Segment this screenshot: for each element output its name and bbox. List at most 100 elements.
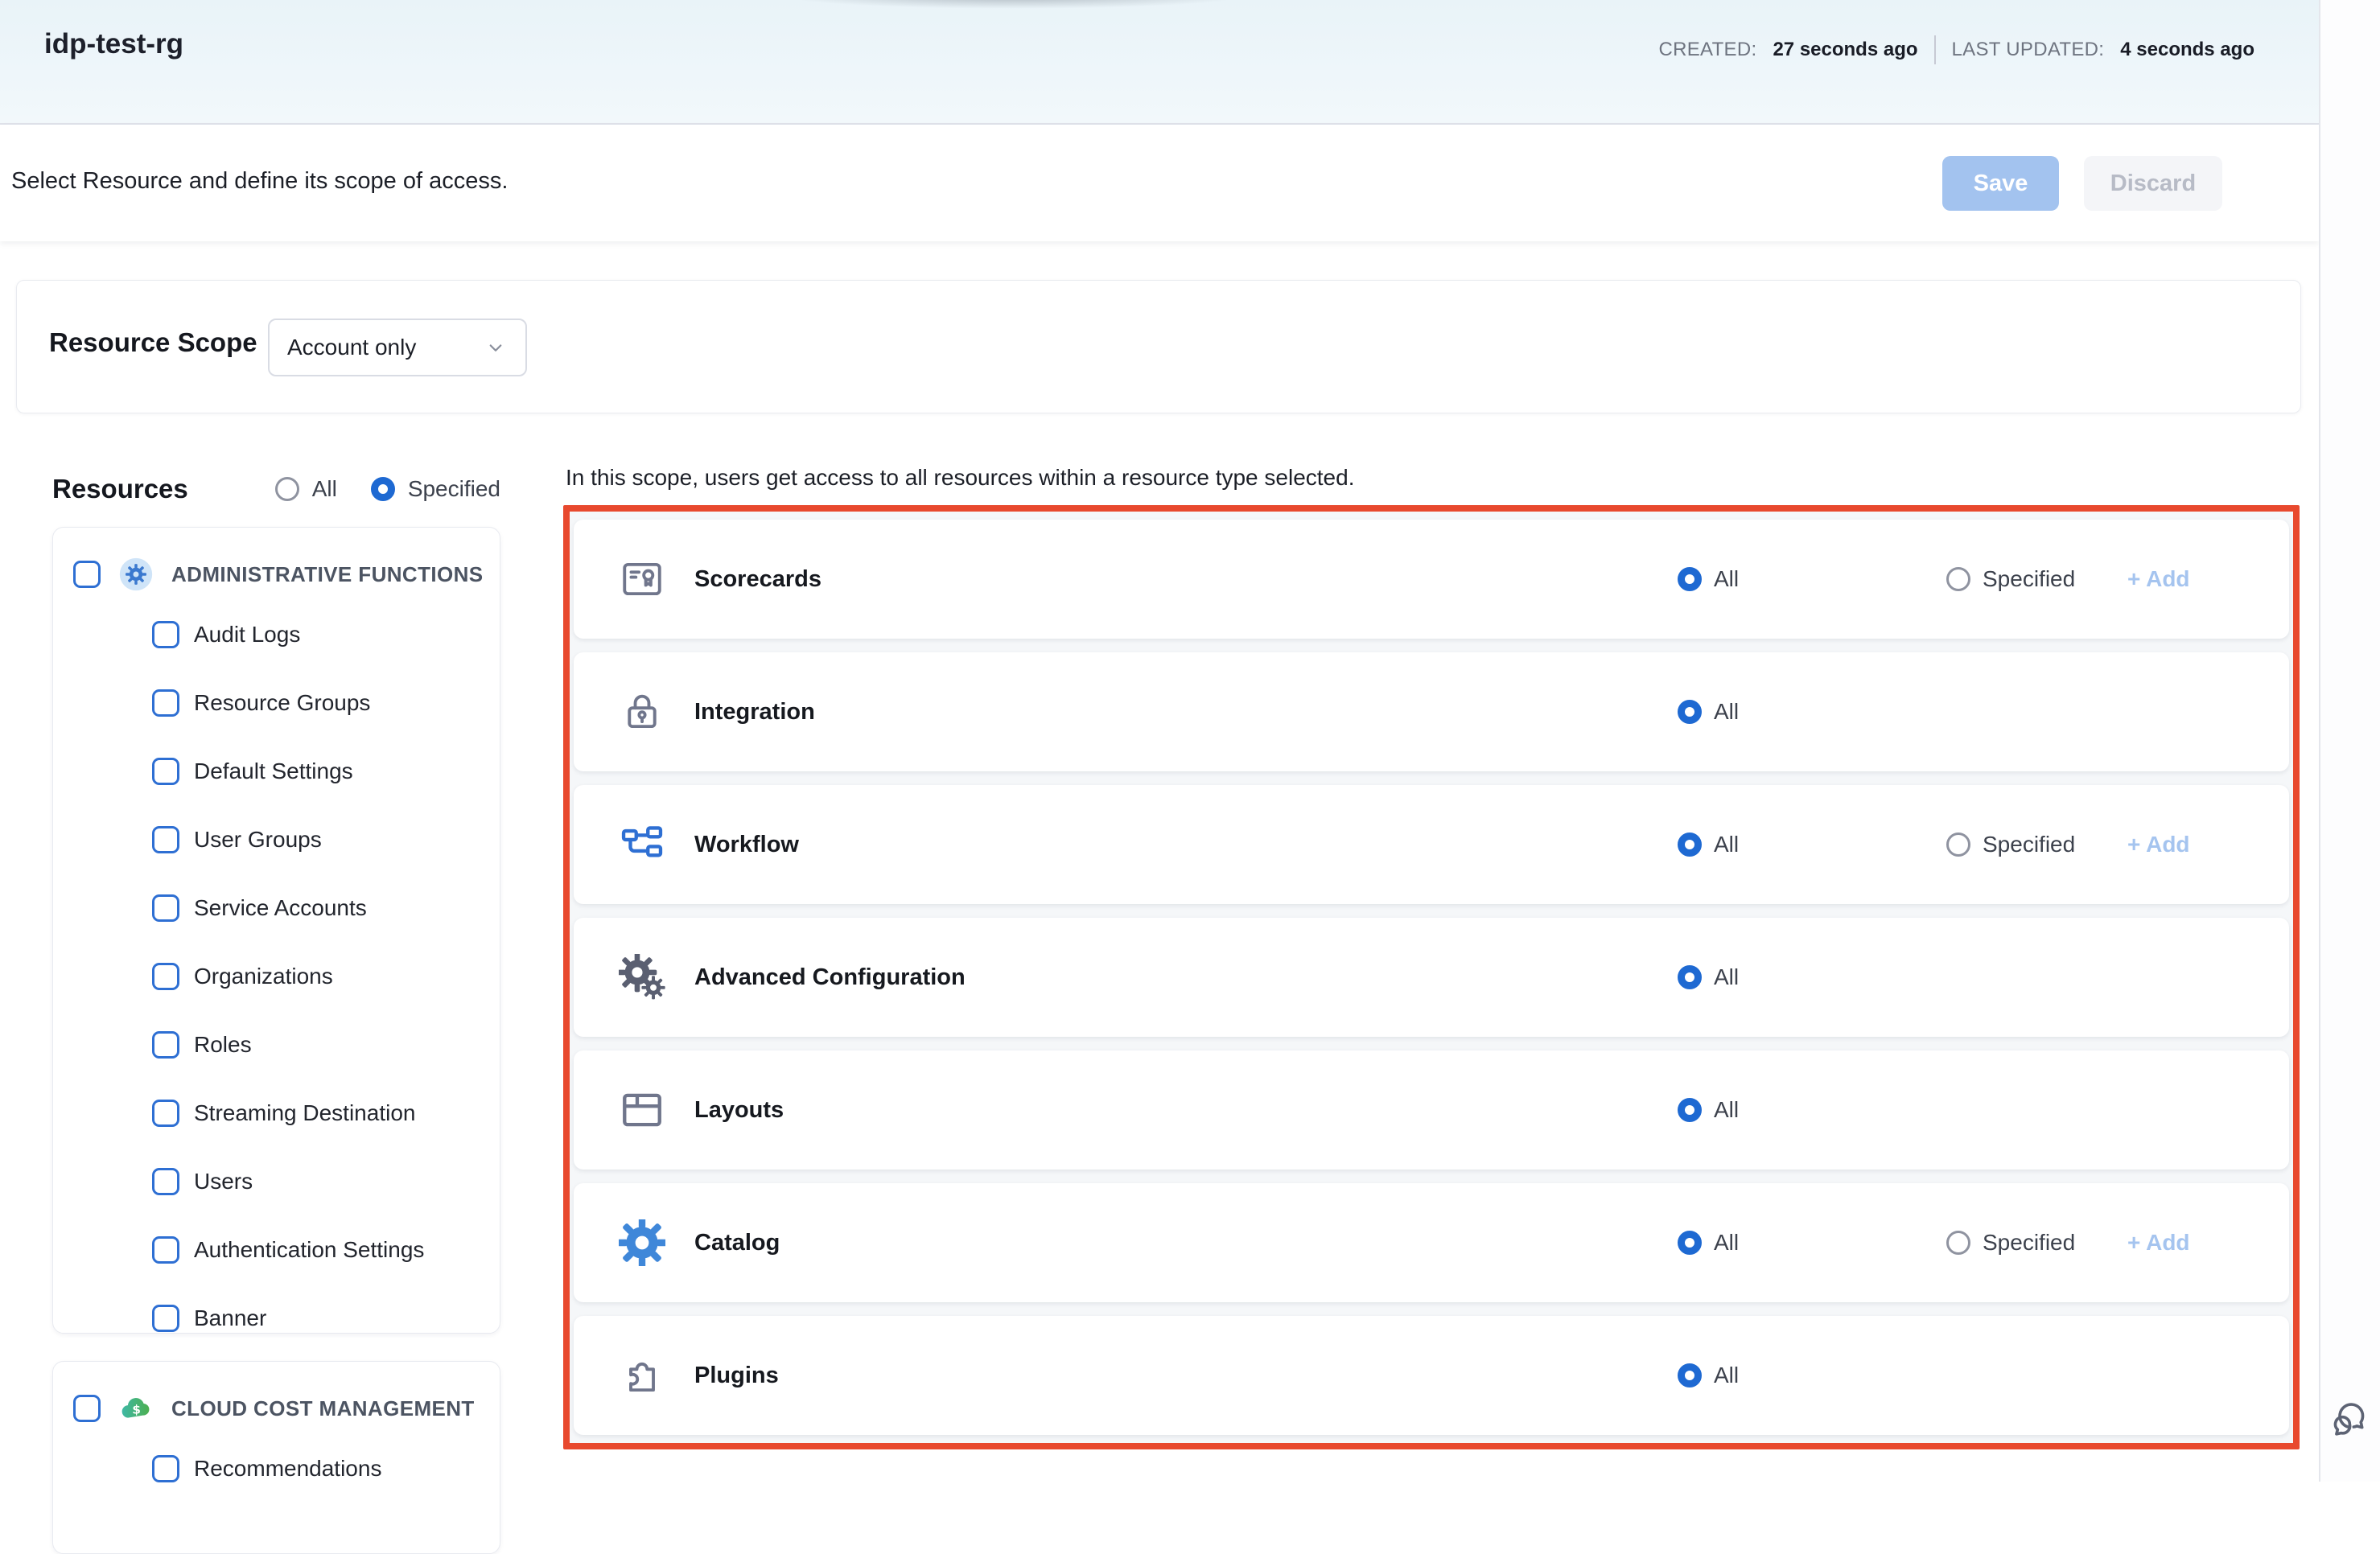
created-value: 27 seconds ago: [1773, 39, 1917, 61]
resource-type-list-item[interactable]: Banner: [53, 1284, 500, 1352]
radio-specified-icon[interactable]: [1946, 1231, 1970, 1255]
radio-specified-icon[interactable]: [1946, 567, 1970, 591]
created-label: CREATED:: [1658, 39, 1756, 61]
row-radio-all[interactable]: All: [1678, 964, 1739, 990]
radio-all-label: All: [1714, 1363, 1739, 1388]
resource-type-row-label: Advanced Configuration: [694, 964, 966, 991]
resource-type-checkbox[interactable]: [152, 758, 179, 785]
radio-specified-icon[interactable]: [1946, 832, 1970, 857]
radio-all-icon[interactable]: [1678, 1363, 1702, 1388]
save-button[interactable]: Save: [1942, 156, 2059, 211]
resource-type-list-item[interactable]: Audit Logs: [53, 600, 500, 668]
resource-type-checkbox[interactable]: [152, 963, 179, 990]
group-checkbox[interactable]: [73, 1395, 101, 1422]
scope-description: In this scope, users get access to all r…: [566, 465, 1354, 491]
resource-type-list-item[interactable]: Default Settings: [53, 737, 500, 805]
page-header: idp-test-rg CREATED: 27 seconds ago LAST…: [0, 0, 2319, 125]
svg-text:$: $: [132, 1403, 141, 1417]
resource-type-list-item[interactable]: Authentication Settings: [53, 1215, 500, 1284]
resource-type-list-item[interactable]: Users: [53, 1147, 500, 1215]
resource-group-header: $ CLOUD COST MANAGEMENT: [53, 1362, 500, 1434]
row-radio-all[interactable]: All: [1678, 832, 1739, 857]
scorecard-icon: [619, 556, 665, 602]
resource-type-checkbox[interactable]: [152, 894, 179, 922]
resources-title: Resources: [52, 474, 188, 504]
meta-divider: [1934, 35, 1936, 64]
add-button[interactable]: + Add: [2123, 831, 2195, 858]
resource-type-checkbox[interactable]: [152, 1455, 179, 1482]
row-radio-all[interactable]: All: [1678, 566, 1739, 592]
radio-all-icon[interactable]: [1678, 700, 1702, 724]
radio-all-icon[interactable]: [1678, 567, 1702, 591]
group-checkbox[interactable]: [73, 561, 101, 588]
radio-all-icon[interactable]: [275, 477, 299, 501]
resource-type-row-label: Scorecards: [694, 566, 821, 593]
resource-scope-card: Resource Scope Account only: [16, 280, 2301, 413]
resource-scope-dropdown[interactable]: Account only: [268, 319, 527, 376]
resource-type-checkbox[interactable]: [152, 621, 179, 648]
resource-type-checkbox[interactable]: [152, 1305, 179, 1332]
resources-radio-all[interactable]: All: [275, 476, 337, 502]
resource-group-name: CLOUD COST MANAGEMENT: [171, 1396, 475, 1421]
resource-type-label: Banner: [194, 1305, 266, 1331]
resource-type-checkbox[interactable]: [152, 826, 179, 853]
resource-type-label: Users: [194, 1169, 253, 1194]
discard-button[interactable]: Discard: [2084, 156, 2222, 211]
resource-group-header: ADMINISTRATIVE FUNCTIONS: [53, 528, 500, 600]
resource-type-list-item[interactable]: Service Accounts: [53, 874, 500, 942]
layout-icon: [619, 1087, 665, 1133]
resource-types-box: Scorecards All Specified + Add Integration Al…: [563, 505, 2300, 1449]
resource-type-label: Audit Logs: [194, 622, 300, 648]
radio-all-icon[interactable]: [1678, 1231, 1702, 1255]
resource-type-label: Organizations: [194, 964, 333, 989]
radio-all-label: All: [1714, 964, 1739, 990]
resource-type-checkbox[interactable]: [152, 1100, 179, 1127]
resource-type-label: Default Settings: [194, 758, 353, 784]
radio-all-icon[interactable]: [1678, 965, 1702, 989]
resource-type-list-item[interactable]: Recommendations: [53, 1434, 500, 1503]
add-button[interactable]: + Add: [2123, 1229, 2195, 1256]
resource-type-checkbox[interactable]: [152, 1031, 179, 1059]
resource-type-row: Integration All: [574, 652, 2289, 771]
resource-group-card: $ CLOUD COST MANAGEMENT Recommendations: [52, 1361, 500, 1554]
gear-badge-icon: [118, 557, 154, 592]
resource-type-label: Recommendations: [194, 1456, 381, 1482]
last-updated-value: 4 seconds ago: [2120, 39, 2254, 61]
row-radio-specified[interactable]: Specified: [1946, 832, 2075, 857]
resource-type-checkbox[interactable]: [152, 1236, 179, 1264]
row-radio-specified[interactable]: Specified: [1946, 1230, 2075, 1256]
resource-type-list-item[interactable]: Streaming Destination: [53, 1079, 500, 1147]
resource-type-row-label: Integration: [694, 699, 815, 726]
resource-type-row: WorkflowAllSpecified+ Add: [574, 785, 2289, 904]
radio-all-label: All: [1714, 1230, 1739, 1256]
row-radio-all[interactable]: All: [1678, 1097, 1739, 1123]
resource-type-row-label: Plugins: [694, 1363, 779, 1389]
resource-type-checkbox[interactable]: [152, 1168, 179, 1195]
resource-scope-value: Account only: [287, 335, 471, 360]
page-title: idp-test-rg: [44, 28, 183, 60]
radio-specified-icon[interactable]: [371, 477, 395, 501]
row-radio-specified[interactable]: Specified: [1946, 566, 2075, 592]
plugin-icon: [619, 1352, 665, 1399]
radio-all-icon[interactable]: [1678, 832, 1702, 857]
right-gutter: [2319, 0, 2380, 1482]
resources-radio-specified[interactable]: Specified: [371, 476, 500, 502]
resource-type-list-item[interactable]: User Groups: [53, 805, 500, 874]
radio-all-label: All: [1714, 1097, 1739, 1123]
chat-support-icon[interactable]: [2329, 1395, 2375, 1441]
resource-type-label: Authentication Settings: [194, 1237, 424, 1263]
row-radio-all[interactable]: All: [1678, 699, 1739, 725]
resource-type-list-item[interactable]: Organizations: [53, 942, 500, 1010]
row-radio-all[interactable]: All: [1678, 1363, 1739, 1388]
radio-specified-label: Specified: [1983, 566, 2075, 592]
top-shadow-artifact: [708, 0, 1320, 13]
add-button[interactable]: + Add: [2123, 565, 2195, 593]
resource-type-label: Service Accounts: [194, 895, 367, 921]
radio-all-icon[interactable]: [1678, 1098, 1702, 1122]
radio-all-label: All: [1714, 566, 1739, 592]
resource-type-list-item[interactable]: Resource Groups: [53, 668, 500, 737]
row-radio-all[interactable]: All: [1678, 1230, 1739, 1256]
resource-type-checkbox[interactable]: [152, 689, 179, 717]
resource-type-list-item[interactable]: Roles: [53, 1010, 500, 1079]
resource-type-label: Resource Groups: [194, 690, 370, 716]
